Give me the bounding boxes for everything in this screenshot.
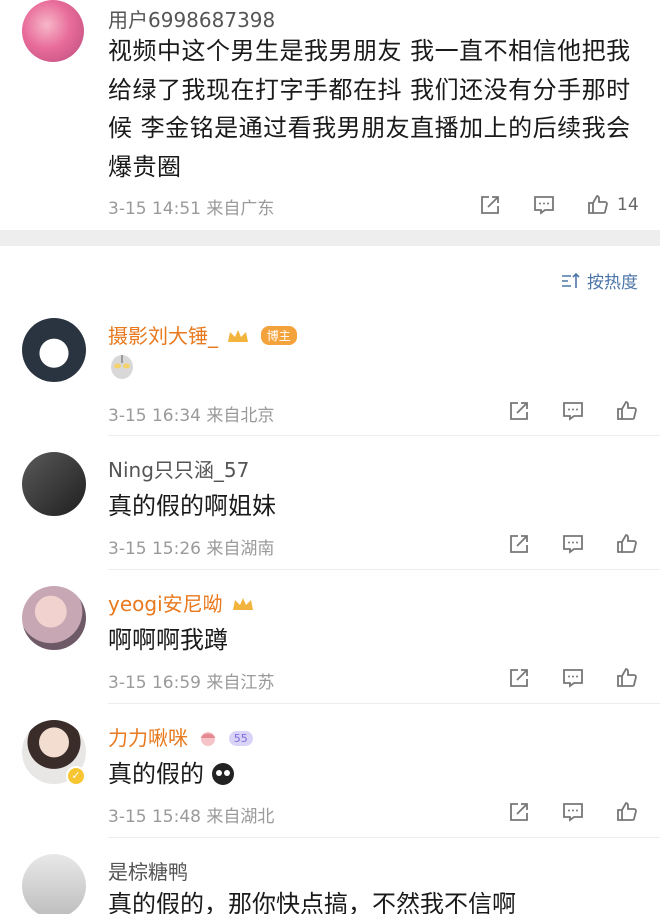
comment-item: Ning只只涵_57 真的假的啊姐妹 3-15 15:26 来自湖南 [0, 450, 660, 570]
comment-item: yeogi安尼呦 啊啊啊我蹲 3-15 16:59 来自江苏 [0, 584, 660, 704]
comment-actions [504, 396, 642, 426]
sort-by-hot-button[interactable]: 按热度 [561, 268, 638, 293]
top-post: 用户6998687398 视频中这个男生是我男朋友 我一直不相信他把我给绿了我现… [0, 0, 660, 230]
share-icon[interactable] [504, 529, 534, 559]
comment-timestamp: 3-15 15:48 [108, 807, 201, 827]
comment-icon[interactable] [558, 797, 588, 827]
comment-text: 真的假的，那你快点搞，不然我不信啊 [108, 890, 516, 914]
comment-meta: 3-15 15:48 来自湖北 [108, 802, 274, 827]
comment-text: 真的假的 [108, 754, 234, 789]
comment-location: 来自湖南 [206, 539, 275, 559]
comment-divider [108, 435, 660, 436]
comment-meta: 3-15 16:34 来自北京 [108, 401, 274, 426]
comment-avatar[interactable] [22, 318, 86, 382]
top-post-avatar[interactable] [22, 0, 84, 62]
verified-badge-icon: ✓ [66, 766, 86, 786]
comment-avatar[interactable] [22, 586, 86, 650]
comment-item: 是棕糖鸭 真的假的，那你快点搞，不然我不信啊 [0, 852, 660, 914]
comment-icon[interactable] [558, 529, 588, 559]
comment-username-text: yeogi安尼呦 [108, 592, 223, 616]
comment-icon[interactable] [558, 396, 588, 426]
share-icon[interactable] [504, 797, 534, 827]
share-icon[interactable] [504, 663, 534, 693]
share-icon[interactable] [504, 396, 534, 426]
comment-item: 摄影刘大锤_ 博主 3-15 16:34 来自北京 [0, 316, 660, 436]
girl-avatar-badge-icon [201, 732, 216, 746]
comment-username-text: 力力啾咪 [108, 726, 188, 750]
comment-text: 真的假的啊姐妹 [108, 492, 276, 520]
like-icon[interactable] [612, 396, 642, 426]
crown-icon [228, 330, 249, 342]
comment-timestamp: 3-15 15:26 [108, 539, 201, 559]
comment-actions [504, 663, 642, 693]
comment-timestamp: 3-15 16:34 [108, 406, 201, 426]
comment-username[interactable]: 是棕糖鸭 [108, 856, 188, 885]
comment-username[interactable]: 摄影刘大锤_ 博主 [108, 320, 297, 349]
sort-icon [562, 272, 580, 288]
comment-text-content: 真的假的 [108, 760, 204, 788]
top-post-timestamp: 3-15 14:51 [108, 199, 201, 219]
comment-username-text: 摄影刘大锤_ [108, 324, 218, 348]
comment-actions [504, 529, 642, 559]
like-icon[interactable] [583, 190, 613, 220]
top-post-username[interactable]: 用户6998687398 [108, 4, 275, 33]
ultraman-emoji-icon [108, 355, 136, 386]
like-icon[interactable] [612, 797, 642, 827]
comment-icon[interactable] [558, 663, 588, 693]
comment-meta: 3-15 16:59 来自江苏 [108, 668, 274, 693]
comment-location: 来自北京 [206, 406, 275, 426]
comment-username[interactable]: 力力啾咪 55 [108, 722, 253, 751]
vip-level-badge: 55 [228, 731, 253, 746]
comment-divider [108, 569, 660, 570]
surprised-emoji-icon [211, 763, 234, 785]
comment-divider [108, 703, 660, 704]
top-post-actions: 14 [475, 190, 639, 220]
share-icon[interactable] [475, 190, 505, 220]
top-post-body: 视频中这个男生是我男朋友 我一直不相信他把我给绿了我现在打字手都在抖 我们还没有… [108, 37, 631, 181]
comment-avatar[interactable] [22, 854, 86, 914]
blogger-badge: 博主 [260, 326, 297, 345]
comment-timestamp: 3-15 16:59 [108, 673, 201, 693]
comment-location: 来自江苏 [206, 673, 275, 693]
comment-text: 啊啊啊我蹲 [108, 626, 228, 654]
comment-meta: 3-15 15:26 来自湖南 [108, 534, 274, 559]
comment-item: ✓ 力力啾咪 55 真的假的 3-15 15:48 来自湖北 [0, 718, 660, 838]
comment-actions [504, 797, 642, 827]
comment-text [108, 352, 136, 386]
comment-divider [108, 837, 660, 838]
like-icon[interactable] [612, 663, 642, 693]
section-divider [0, 230, 660, 246]
comment-icon[interactable] [529, 190, 559, 220]
comment-location: 来自湖北 [206, 807, 275, 827]
top-post-meta: 3-15 14:51 来自广东 [108, 194, 274, 219]
top-post-location: 来自广东 [206, 199, 275, 219]
crown-icon [233, 598, 253, 610]
comment-username[interactable]: Ning只只涵_57 [108, 454, 249, 483]
like-icon[interactable] [612, 529, 642, 559]
comment-avatar[interactable] [22, 452, 86, 516]
comment-username[interactable]: yeogi安尼呦 [108, 588, 255, 617]
like-count: 14 [617, 195, 639, 215]
sort-label: 按热度 [587, 273, 638, 293]
